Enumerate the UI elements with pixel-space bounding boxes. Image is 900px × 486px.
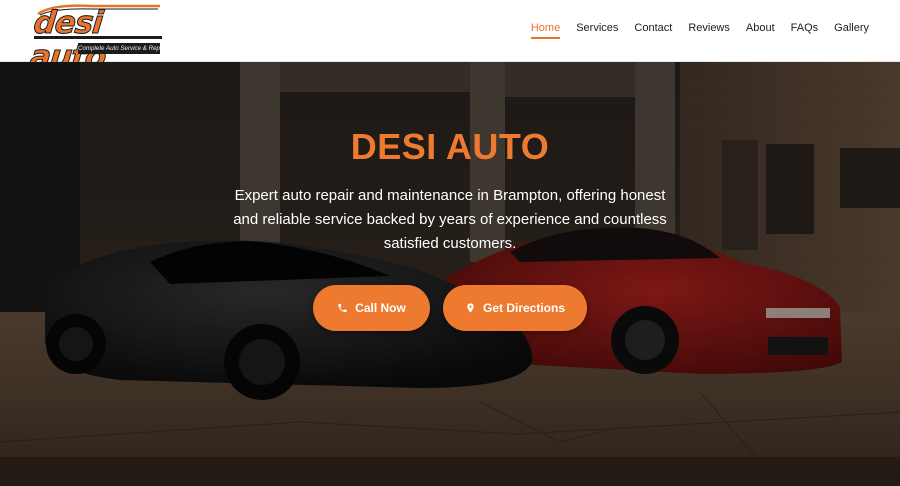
call-now-button[interactable]: Call Now [313,285,430,331]
nav-services[interactable]: Services [576,22,618,39]
hero-section: DESI AUTO Expert auto repair and mainten… [0,62,900,486]
hero-content: DESI AUTO Expert auto repair and mainten… [0,62,900,486]
logo-underline [34,36,162,39]
nav-reviews[interactable]: Reviews [688,22,730,39]
phone-icon [338,303,347,313]
call-now-label: Call Now [355,301,406,315]
map-pin-icon [467,303,474,313]
nav-home[interactable]: Home [530,22,561,39]
brand-logo[interactable]: desi auto Complete Auto Service & Repair [28,4,164,76]
hero-description: Expert auto repair and maintenance in Br… [233,187,667,252]
hero-title: DESI AUTO [350,126,550,167]
logo-tagline: Complete Auto Service & Repair [78,43,160,54]
main-nav: Home Services Contact Reviews About FAQs… [515,22,869,39]
get-directions-button[interactable]: Get Directions [443,285,587,331]
nav-contact[interactable]: Contact [634,22,672,39]
nav-faqs[interactable]: FAQs [791,22,819,39]
nav-about[interactable]: About [746,22,775,39]
nav-gallery[interactable]: Gallery [834,22,869,39]
site-header: desi auto Complete Auto Service & Repair… [0,0,900,76]
get-directions-label: Get Directions [482,301,566,315]
